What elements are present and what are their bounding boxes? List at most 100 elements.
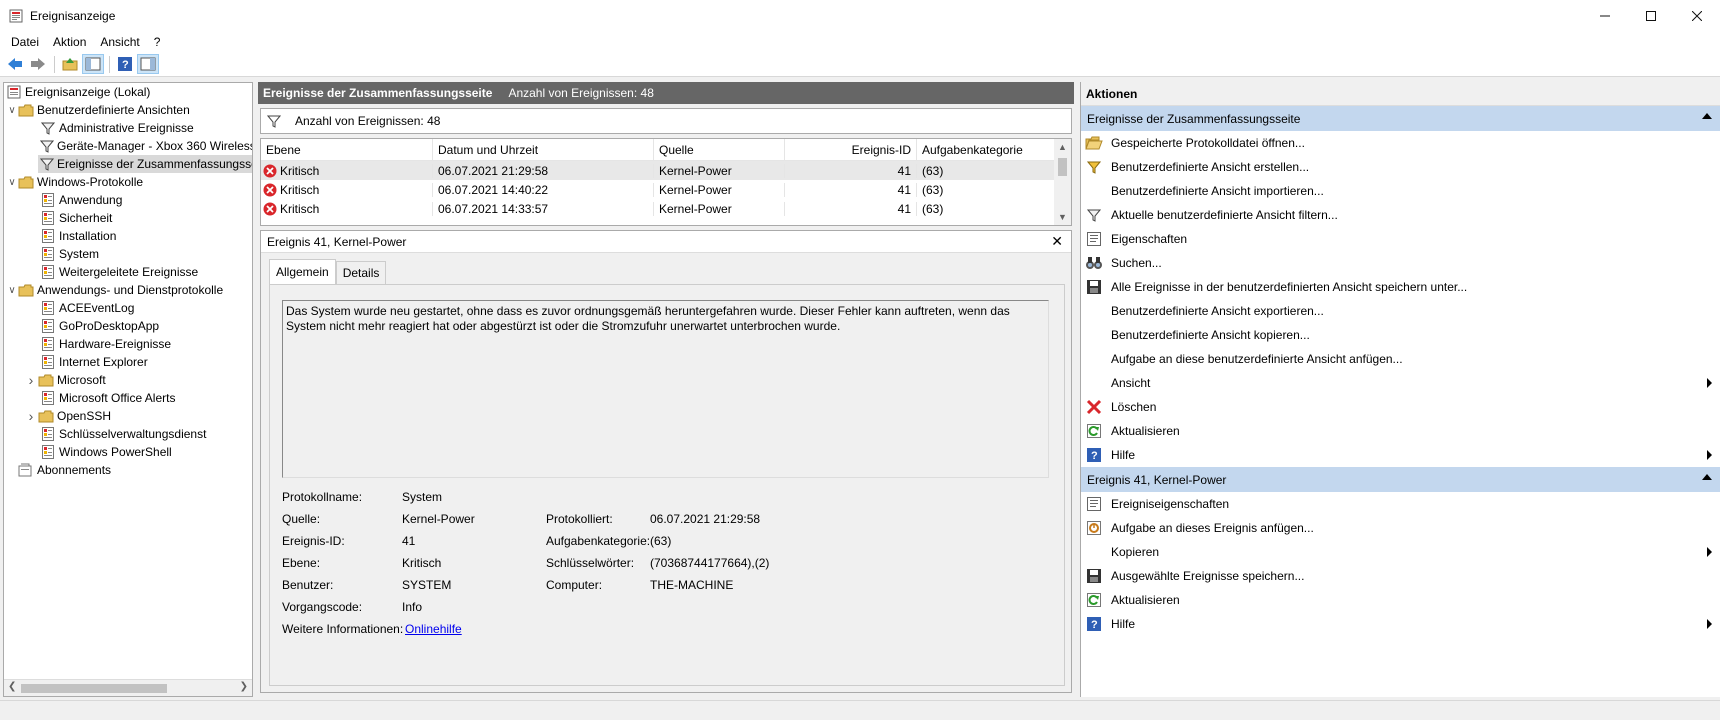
tree-item[interactable]: › OpenSSH [4,407,252,425]
action-item[interactable]: Aktualisieren [1081,588,1720,612]
tree-item[interactable]: ∨ Benutzerdefinierte Ansichten [4,101,252,119]
tab-details[interactable]: Details [335,261,387,284]
chevron-right-icon[interactable]: › [24,408,38,424]
tree-item[interactable]: Ereignisse der Zusammenfassungsseite [38,155,252,173]
action-item[interactable]: Eigenschaften [1081,227,1720,251]
detail-title: Ereignis 41, Kernel-Power [267,234,407,249]
log-icon [40,426,56,442]
horizontal-scrollbar[interactable]: ❮ ❯ [4,679,252,696]
tree-item[interactable]: Anwendung [4,191,252,209]
table-row[interactable]: Kritisch 06.07.2021 21:29:58 Kernel-Power 4… [261,161,1071,180]
tree-item[interactable]: Ereignisanzeige (Lokal) [4,83,252,101]
actions-section-view[interactable]: Ereignisse der Zusammenfassungsseite [1081,106,1720,131]
scrollbar-thumb[interactable] [21,684,167,693]
tree-item-label: GoProDesktopApp [59,319,160,333]
action-item[interactable]: Ausgewählte Ereignisse speichern... [1081,564,1720,588]
column-header-datum[interactable]: Datum und Uhrzeit [433,139,654,161]
action-item[interactable]: Benutzerdefinierte Ansicht exportieren..… [1081,299,1720,323]
action-item[interactable]: Ansicht [1081,371,1720,395]
action-item[interactable]: Aufgabe an diese benutzerdefinierte Ansi… [1081,347,1720,371]
action-item[interactable]: Aktuelle benutzerdefinierte Ansicht filt… [1081,203,1720,227]
tree-item[interactable]: Windows PowerShell [4,443,252,461]
action-item[interactable]: Ereigniseigenschaften [1081,492,1720,516]
value-computer: THE-MACHINE [650,578,734,592]
chevron-down-icon[interactable]: ∨ [6,105,18,116]
tree-item[interactable]: Sicherheit [4,209,252,227]
collapse-icon[interactable] [1702,474,1712,480]
action-item[interactable]: Benutzerdefinierte Ansicht erstellen... [1081,155,1720,179]
tree-item[interactable]: Weitergeleitete Ereignisse [4,263,252,281]
action-label: Suchen... [1111,256,1162,270]
action-item[interactable]: ? Hilfe [1081,443,1720,467]
label-quelle: Quelle: [282,512,321,526]
tree-item-label: Administrative Ereignisse [59,121,194,135]
scroll-down-icon[interactable]: ▼ [1058,212,1067,222]
close-button[interactable] [1674,0,1720,31]
cell-ereignis-id: 41 [785,163,917,178]
tree-item[interactable]: Schlüsselverwaltungsdienst [4,425,252,443]
menu-aktion[interactable]: Aktion [46,35,93,49]
help-button[interactable]: ? [114,54,136,74]
scrollbar-thumb[interactable] [1058,158,1067,176]
actions-section-event[interactable]: Ereignis 41, Kernel-Power [1081,467,1720,492]
scroll-right-icon[interactable]: ❯ [240,681,248,692]
event-description[interactable]: Das System wurde neu gestartet, ohne das… [282,300,1049,478]
column-header-aufgabenkategorie[interactable]: Aufgabenkategorie [917,139,1052,161]
action-item[interactable]: Kopieren [1081,540,1720,564]
chevron-down-icon[interactable]: ∨ [6,285,18,296]
column-header-quelle[interactable]: Quelle [654,139,785,161]
submenu-arrow-icon [1707,619,1712,629]
tree-item[interactable]: Geräte-Manager - Xbox 360 Wireless [4,137,252,155]
vertical-scrollbar[interactable]: ▲ ▼ [1054,139,1071,225]
column-header-ereignis-id[interactable]: Ereignis-ID [785,139,917,161]
chevron-right-icon[interactable]: › [24,372,38,388]
tree-item[interactable]: System [4,245,252,263]
scroll-left-icon[interactable]: ❮ [8,681,16,692]
menu-bar: Datei Aktion Ansicht ? [0,31,1720,52]
tree-item[interactable]: ACEEventLog [4,299,252,317]
menu-help[interactable]: ? [147,35,168,49]
tree-item[interactable]: › Microsoft [4,371,252,389]
action-item[interactable]: Benutzerdefinierte Ansicht importieren..… [1081,179,1720,203]
table-row[interactable]: Kritisch 06.07.2021 14:40:22 Kernel-Power 4… [261,180,1071,199]
show-action-pane-button[interactable] [137,54,159,74]
tree-item[interactable]: Hardware-Ereignisse [4,335,252,353]
action-item[interactable]: Löschen [1081,395,1720,419]
tree-item[interactable]: GoProDesktopApp [4,317,252,335]
menu-datei[interactable]: Datei [4,35,46,49]
action-icon-blank [1085,543,1103,561]
tree-item[interactable]: Installation [4,227,252,245]
up-button[interactable] [59,54,81,74]
online-help-link[interactable]: Onlinehilfe [405,622,462,636]
arrow-right-icon [31,58,45,70]
scroll-up-icon[interactable]: ▲ [1058,142,1067,152]
cell-aufgabenkategorie: (63) [922,182,944,197]
tree-item[interactable]: Abonnements [4,461,252,479]
menu-ansicht[interactable]: Ansicht [93,35,146,49]
column-header-ebene[interactable]: Ebene [261,139,433,161]
table-row[interactable]: Kritisch 06.07.2021 14:33:57 Kernel-Power 4… [261,199,1071,218]
tree-item[interactable]: ∨ Anwendungs- und Dienstprotokolle [4,281,252,299]
forward-button[interactable] [27,54,49,74]
action-item[interactable]: ? Hilfe [1081,612,1720,636]
action-item[interactable]: Suchen... [1081,251,1720,275]
tree-item[interactable]: ∨ Windows-Protokolle [4,173,252,191]
maximize-button[interactable] [1628,0,1674,31]
tab-allgemein[interactable]: Allgemein [269,259,336,284]
tree-item[interactable]: Administrative Ereignisse [4,119,252,137]
action-item[interactable]: Benutzerdefinierte Ansicht kopieren... [1081,323,1720,347]
back-button[interactable] [4,54,26,74]
tree-item[interactable]: Microsoft Office Alerts [4,389,252,407]
tree-item[interactable]: Internet Explorer [4,353,252,371]
close-icon[interactable]: ✕ [1051,233,1063,250]
action-item[interactable]: Alle Ereignisse in der benutzerdefiniert… [1081,275,1720,299]
chevron-down-icon[interactable]: ∨ [6,177,18,188]
minimize-button[interactable] [1582,0,1628,31]
collapse-icon[interactable] [1702,113,1712,119]
action-item[interactable]: Aktualisieren [1081,419,1720,443]
tree-rows: Ereignisanzeige (Lokal) ∨ Benutzerdefinier… [4,83,252,479]
label-vorgangscode: Vorgangscode: [282,600,363,614]
action-item[interactable]: Aufgabe an dieses Ereignis anfügen... [1081,516,1720,540]
show-hide-tree-button[interactable] [82,54,104,74]
action-item[interactable]: Gespeicherte Protokolldatei öffnen... [1081,131,1720,155]
